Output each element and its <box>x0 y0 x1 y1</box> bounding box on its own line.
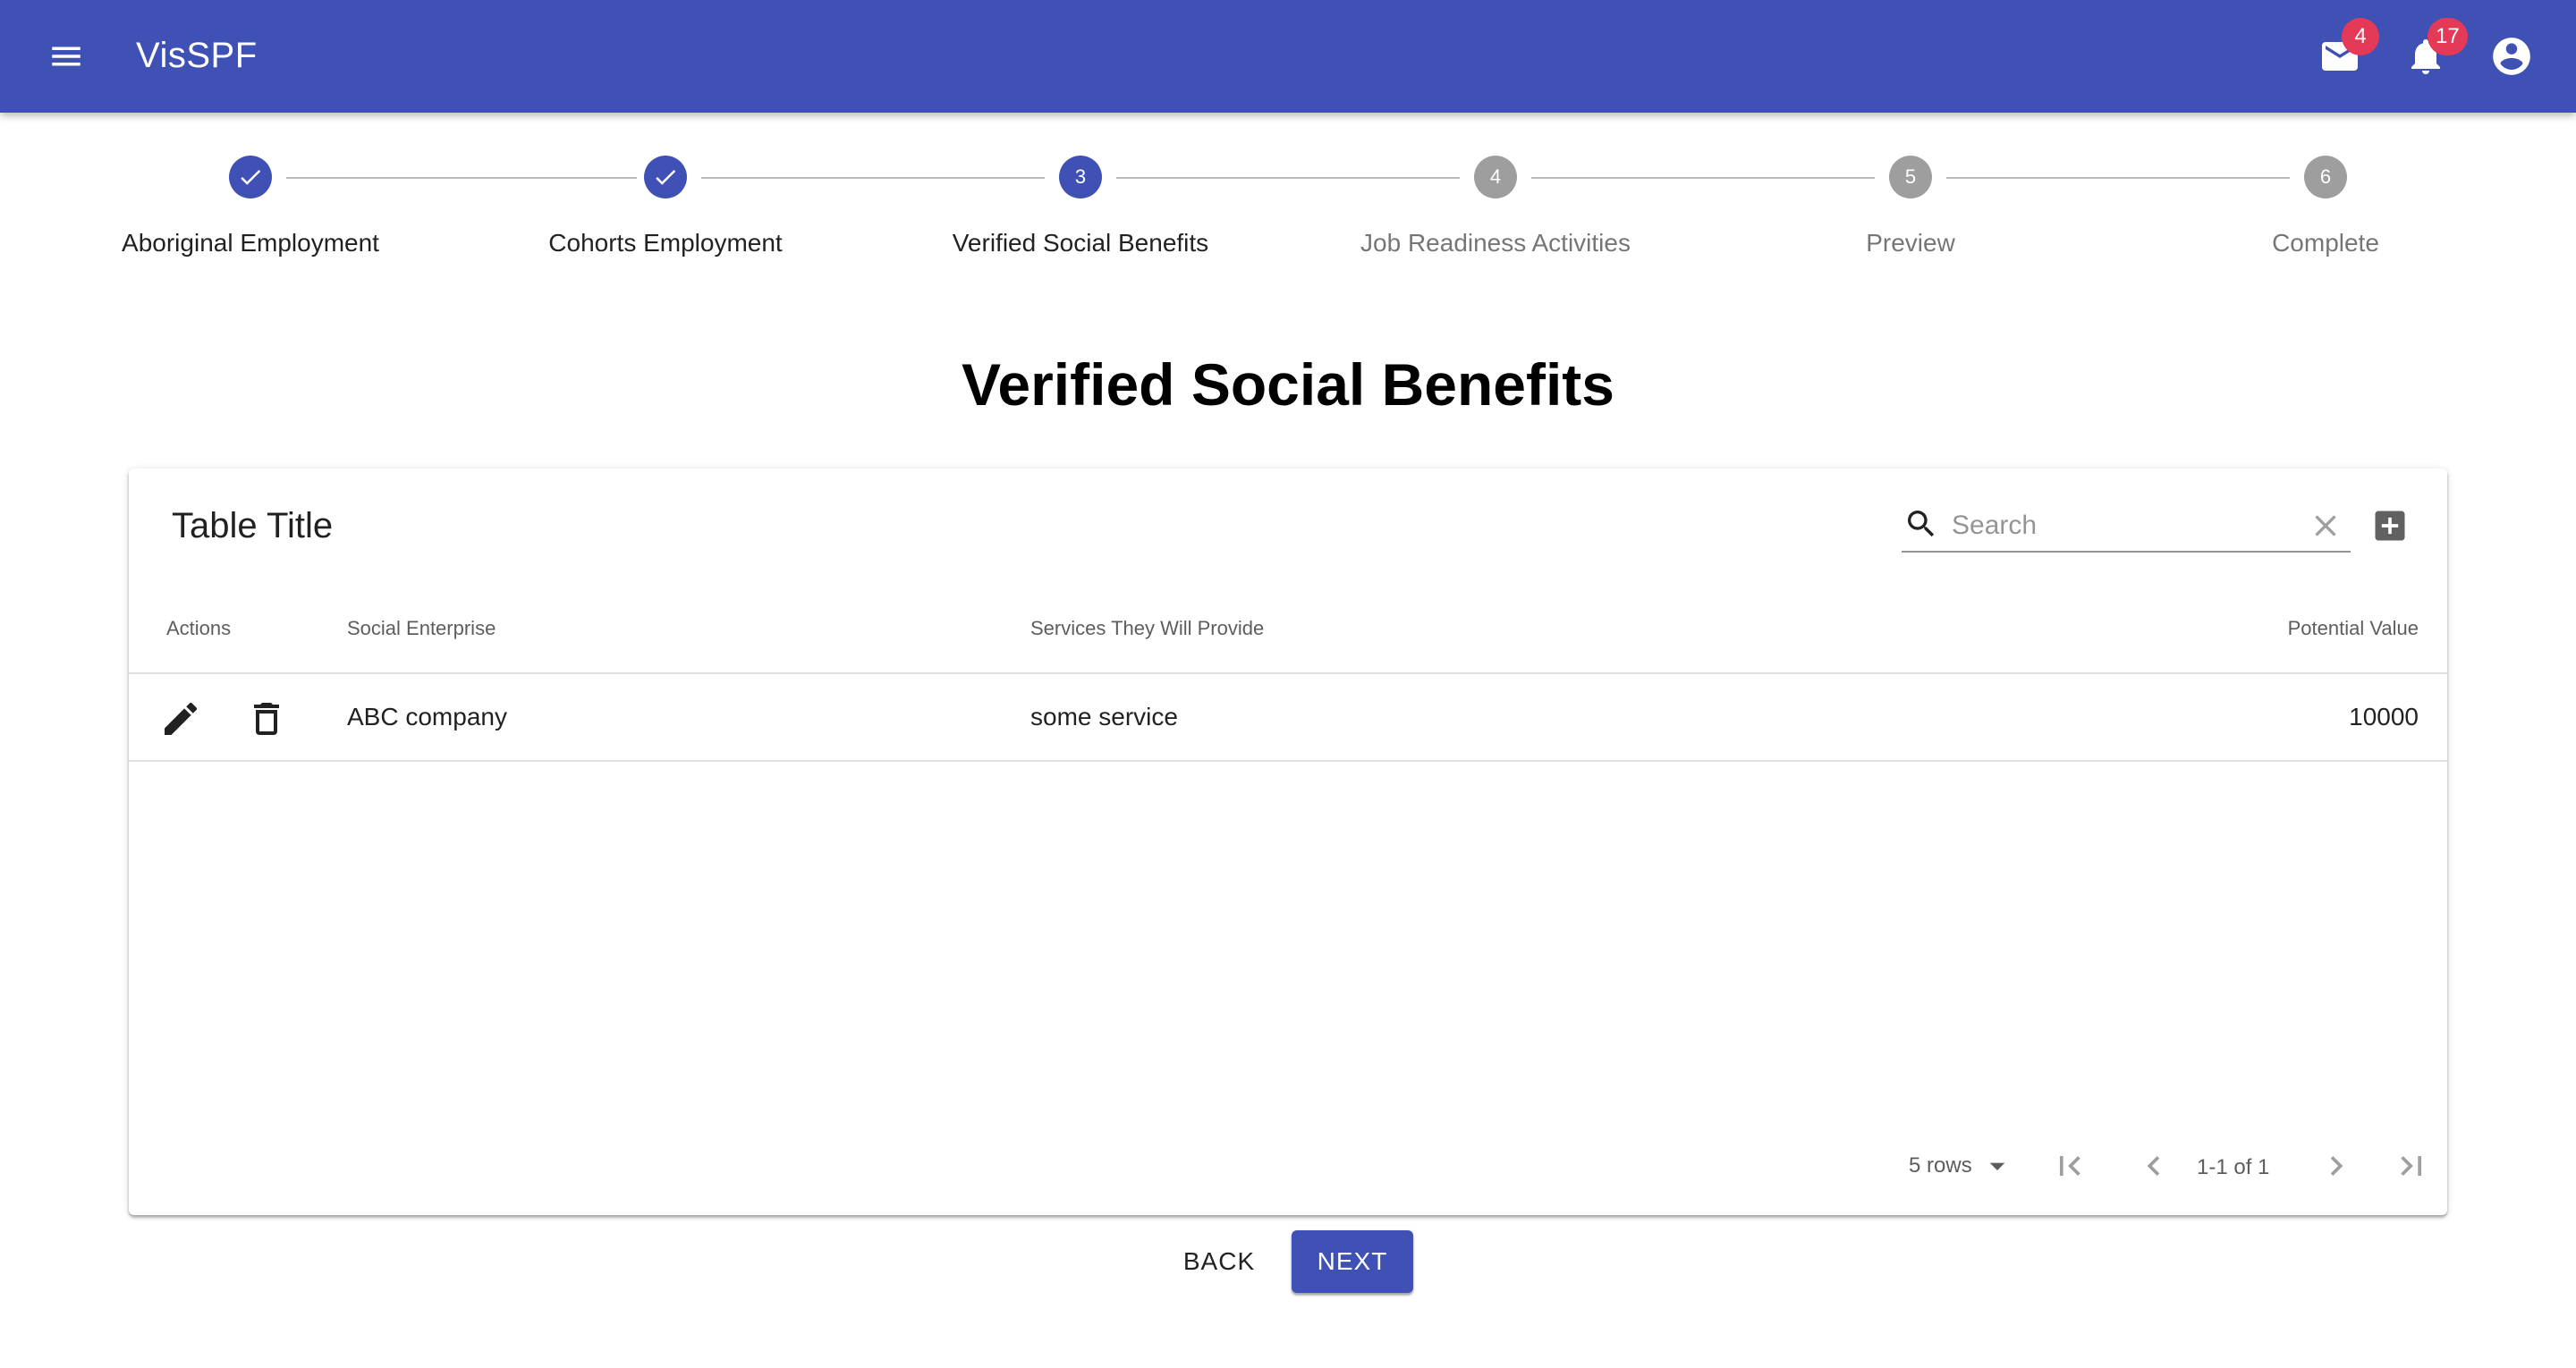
step-verified-social-benefits[interactable]: 3 Verified Social Benefits <box>873 156 1288 263</box>
step-complete[interactable]: 6 Complete <box>2118 156 2533 263</box>
step-aboriginal-employment[interactable]: Aboriginal Employment <box>43 156 458 263</box>
step-cohorts-employment[interactable]: Cohorts Employment <box>458 156 873 263</box>
next-page-icon[interactable] <box>2317 1146 2356 1186</box>
step-label: Cohorts Employment <box>548 229 783 257</box>
back-button[interactable]: Back <box>1163 1230 1275 1293</box>
column-header-services[interactable]: Services They Will Provide <box>1030 617 1264 640</box>
close-icon[interactable] <box>2308 508 2343 544</box>
next-button[interactable]: Next <box>1292 1230 1413 1293</box>
step-label: Preview <box>1866 229 1955 257</box>
column-header-actions: Actions <box>166 617 232 639</box>
step-label: Job Readiness Activities <box>1360 229 1631 257</box>
first-page-icon[interactable] <box>2050 1146 2089 1186</box>
step-label: Aboriginal Employment <box>122 229 379 257</box>
menu-button[interactable] <box>39 30 93 83</box>
table-row: ABC company some service 10000 <box>129 674 2447 762</box>
step-label: Complete <box>2272 229 2379 257</box>
step-label: Verified Social Benefits <box>952 229 1209 257</box>
cell-potential-value: 10000 <box>2349 703 2419 730</box>
search-input[interactable] <box>1952 506 2292 545</box>
app-title: VisSPF <box>136 36 258 75</box>
step-job-readiness-activities[interactable]: 4 Job Readiness Activities <box>1288 156 1703 263</box>
edit-icon[interactable] <box>159 697 202 740</box>
step-check-icon <box>644 156 687 198</box>
menu-icon <box>52 46 80 66</box>
table-title: Table Title <box>172 506 334 545</box>
cell-services: some service <box>1030 703 1178 730</box>
cell-social-enterprise: ABC company <box>347 703 507 730</box>
step-preview[interactable]: 5 Preview <box>1703 156 2118 263</box>
delete-icon[interactable] <box>245 697 288 740</box>
stepper: Aboriginal Employment Cohorts Employment… <box>0 113 2576 283</box>
previous-page-icon[interactable] <box>2134 1146 2174 1186</box>
step-number: 4 <box>1474 156 1517 198</box>
search-field <box>1902 502 2351 553</box>
mail-badge: 4 <box>2342 18 2379 55</box>
rows-per-page-label: 5 rows <box>1909 1153 1972 1178</box>
column-header-social-enterprise[interactable]: Social Enterprise <box>347 617 496 640</box>
add-box-icon[interactable] <box>2370 506 2410 545</box>
step-number: 6 <box>2304 156 2347 198</box>
pagination: 5 rows 1-1 of 1 <box>129 1139 2447 1193</box>
account-button[interactable] <box>2485 30 2538 83</box>
app-bar: VisSPF 4 17 <box>0 0 2576 113</box>
page-info: 1-1 of 1 <box>2197 1155 2270 1179</box>
step-number: 3 <box>1059 156 1102 198</box>
notifications-badge: 17 <box>2428 18 2468 55</box>
dropdown-arrow-icon <box>1989 1162 2005 1170</box>
step-number: 5 <box>1889 156 1932 198</box>
notifications-button[interactable]: 17 <box>2399 18 2468 83</box>
page-title: Verified Social Benefits <box>962 351 1614 418</box>
step-check-icon <box>229 156 272 198</box>
mail-button[interactable]: 4 <box>2313 18 2379 83</box>
column-header-potential-value[interactable]: Potential Value <box>2288 617 2419 640</box>
search-icon <box>1908 511 1935 537</box>
account-circle-icon <box>2493 38 2530 75</box>
table-card: Table Title Actions Social Enterprise Se… <box>129 469 2447 1215</box>
last-page-icon[interactable] <box>2392 1146 2431 1186</box>
rows-per-page-select[interactable]: 5 rows <box>1909 1148 2015 1184</box>
